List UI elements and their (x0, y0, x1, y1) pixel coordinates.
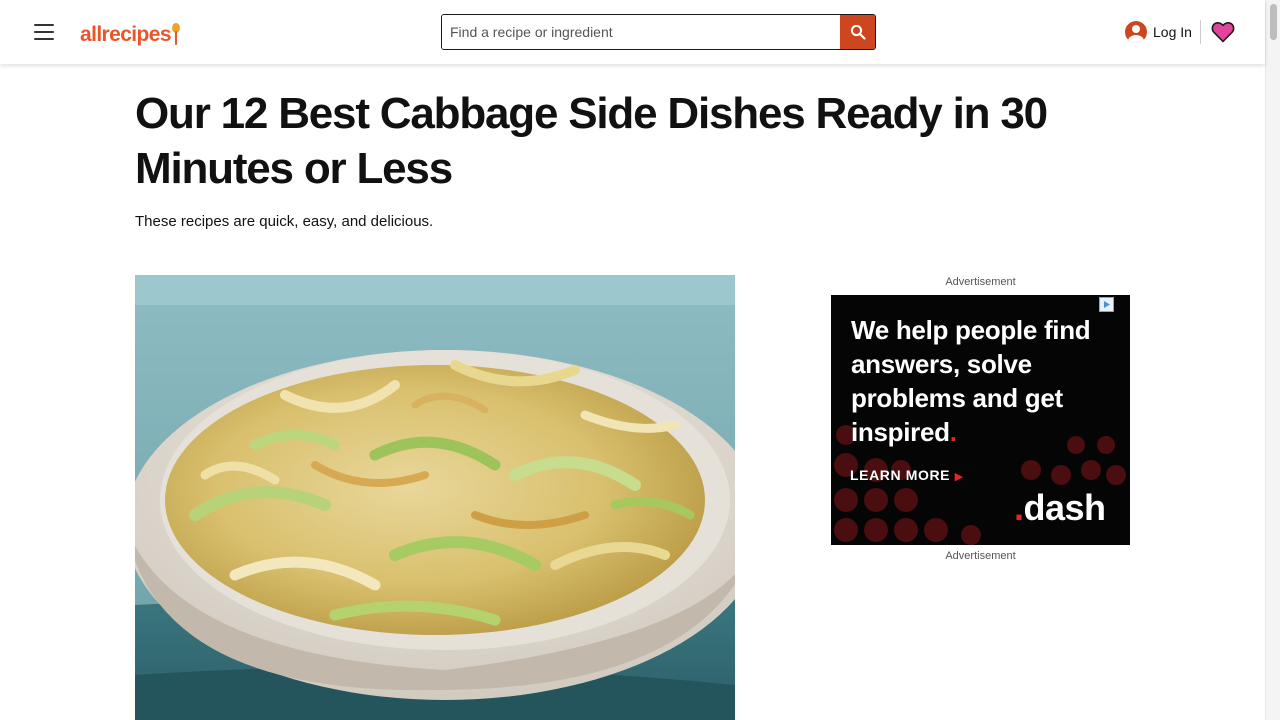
logo-text: allrecipes (80, 23, 172, 46)
ad-cta-label: LEARN MORE (850, 467, 951, 483)
ad-headline-dot: . (949, 417, 957, 447)
adchoices-icon[interactable] (1099, 297, 1114, 312)
login-label: Log In (1153, 24, 1192, 40)
article-subtitle: These recipes are quick, easy, and delic… (135, 213, 434, 230)
advertisement-banner[interactable]: We help people find answers, solve probl… (831, 295, 1130, 545)
page-title: Our 12 Best Cabbage Side Dishes Ready in… (135, 89, 1048, 193)
site-logo[interactable]: allrecipes (80, 19, 180, 47)
triangle-right-icon: ▶ (954, 471, 964, 483)
ad-brand-name: dash (1023, 487, 1107, 528)
ad-label-top: Advertisement (945, 276, 1016, 288)
cabbage-dish-illustration (135, 275, 735, 720)
search-bar (441, 14, 876, 50)
ad-brand-logo: .dash (1014, 487, 1106, 529)
header-divider (1200, 20, 1201, 44)
login-button[interactable]: Log In (1125, 21, 1192, 43)
scrollbar-thumb[interactable] (1270, 4, 1277, 40)
ad-headline: We help people find answers, solve probl… (851, 313, 1121, 449)
hero-image (135, 275, 735, 720)
page-scrollbar[interactable] (1265, 0, 1280, 720)
ad-brand-dot: . (1014, 487, 1024, 528)
search-icon (850, 24, 866, 40)
site-header: allrecipes Log In (0, 0, 1265, 64)
heart-icon[interactable] (1211, 20, 1235, 49)
spoon-icon (171, 23, 180, 47)
user-account-icon (1125, 21, 1147, 43)
search-input[interactable] (442, 15, 840, 49)
search-button[interactable] (840, 15, 875, 49)
ad-label-bottom: Advertisement (945, 550, 1016, 562)
ad-headline-text: We help people find answers, solve probl… (851, 315, 1091, 447)
ad-learn-more-button[interactable]: LEARN MORE ▶ (850, 467, 964, 483)
hamburger-menu-icon[interactable] (34, 24, 54, 40)
